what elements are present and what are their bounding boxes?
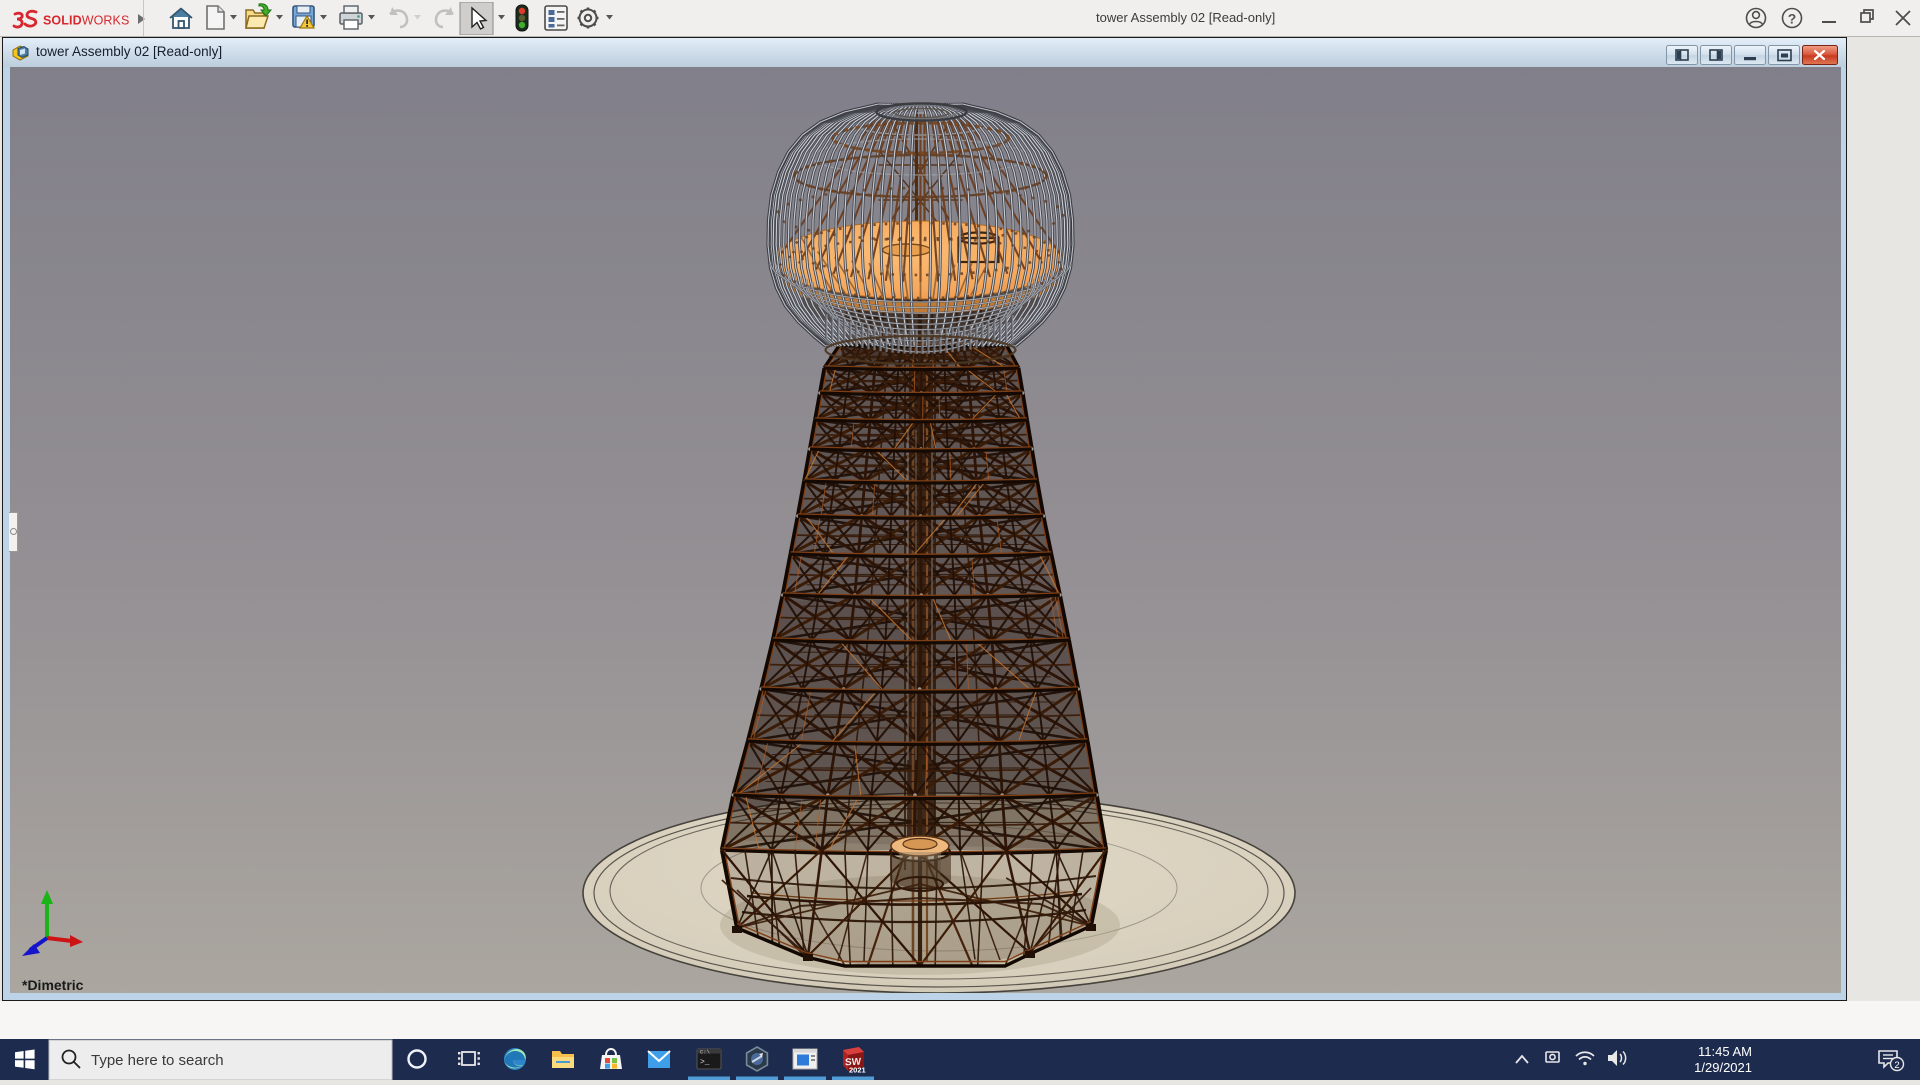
- svg-text:2: 2: [1894, 1060, 1899, 1071]
- svg-text:SOLIDWORKS: SOLIDWORKS: [43, 14, 129, 28]
- svg-text:C:\: C:\: [700, 1049, 710, 1056]
- svg-text:Type here to search: Type here to search: [91, 1052, 224, 1069]
- svg-text:*Dimetric: *Dimetric: [22, 977, 84, 993]
- svg-text:11:45 AM: 11:45 AM: [1698, 1044, 1752, 1059]
- svg-text:1/29/2021: 1/29/2021: [1694, 1060, 1752, 1075]
- svg-text:2021: 2021: [849, 1066, 866, 1075]
- svg-text:>_: >_: [700, 1058, 710, 1067]
- svg-text:?: ?: [1788, 11, 1797, 27]
